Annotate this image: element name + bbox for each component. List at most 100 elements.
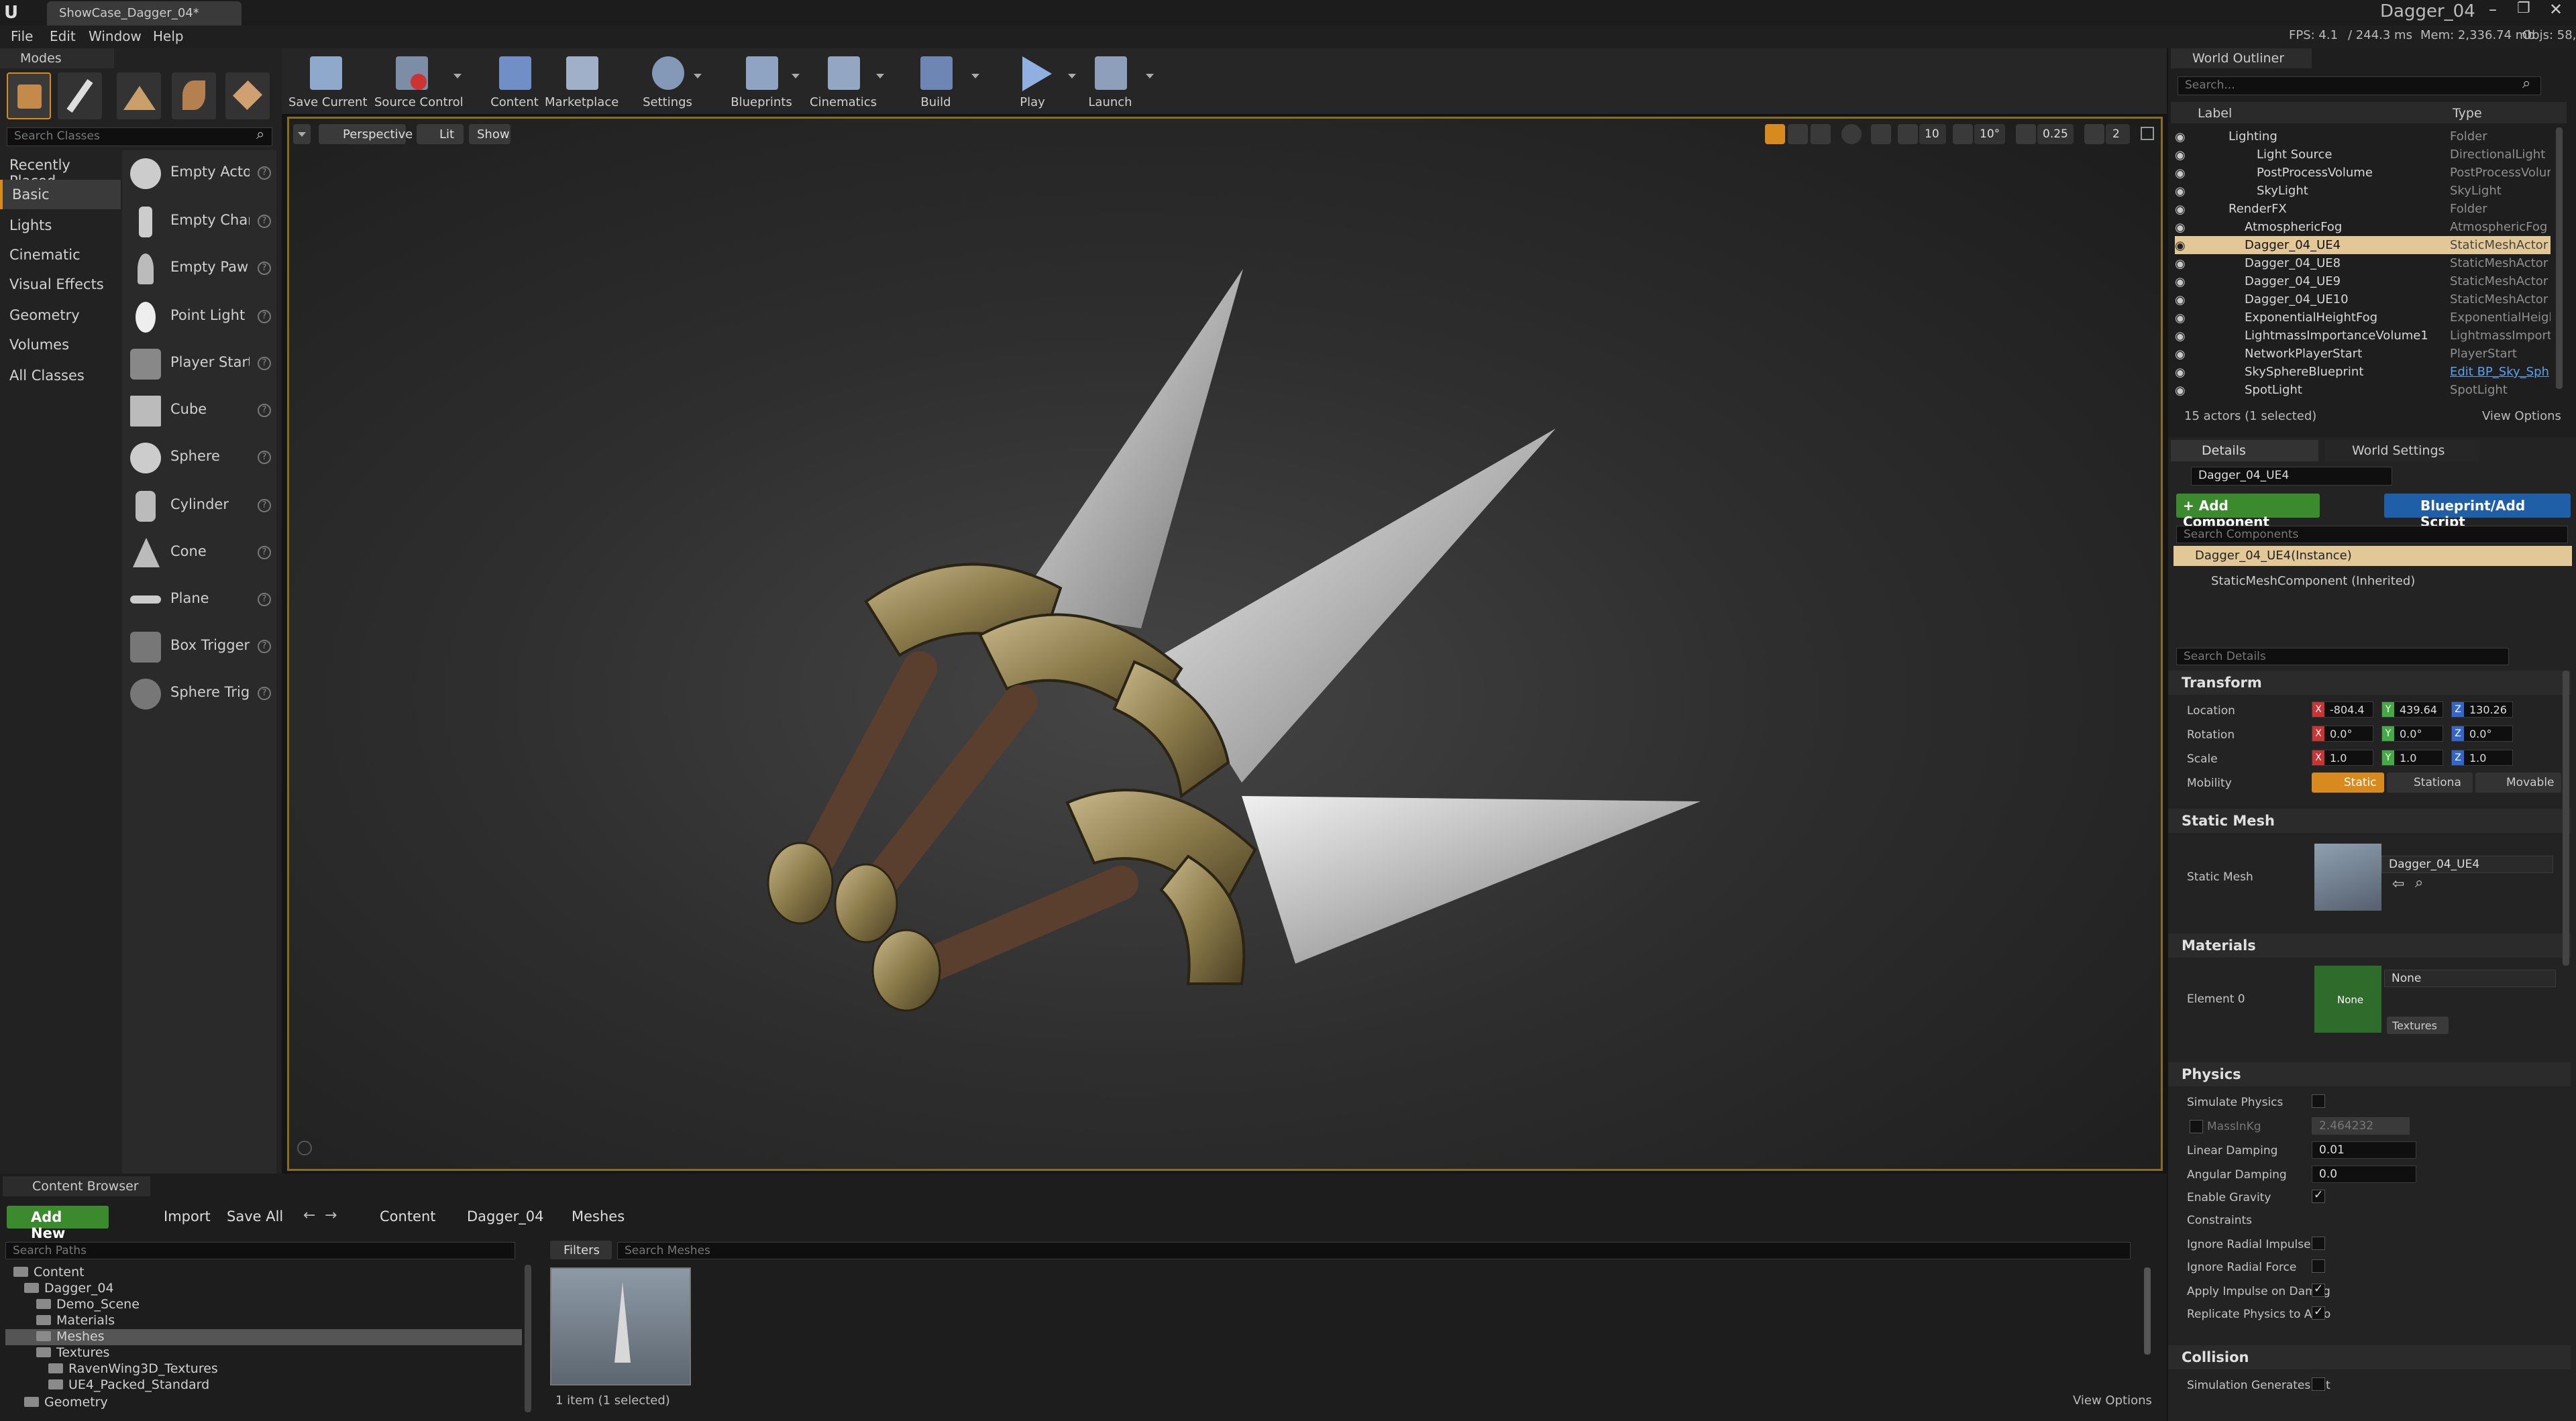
content-button[interactable]: Content	[478, 54, 551, 111]
source-control-dropdown-icon[interactable]	[453, 74, 462, 78]
outliner-row[interactable]: ◉ PostProcessVolume PostProcessVolum	[2175, 164, 2551, 182]
help-icon[interactable]: ?	[258, 310, 271, 323]
search-paths-input[interactable]: Search Paths	[5, 1242, 515, 1259]
column-label-header[interactable]: Label	[2198, 106, 2232, 121]
asset-tile-dagger[interactable]	[550, 1267, 691, 1385]
category-visual-effects[interactable]: Visual Effects	[0, 270, 121, 299]
marketplace-button[interactable]: Marketplace	[545, 54, 619, 111]
rotation-label[interactable]: Rotation	[2187, 728, 2235, 742]
eye-icon[interactable]: ◉	[2175, 148, 2187, 162]
browse-asset-search-icon[interactable]: ⌕	[2415, 874, 2423, 891]
cinematics-button[interactable]: Cinematics	[806, 54, 880, 111]
menu-file[interactable]: File	[11, 28, 33, 44]
blueprints-button[interactable]: Blueprints	[724, 54, 798, 111]
static-mesh-dropdown[interactable]: Dagger_04_UE4	[2381, 856, 2553, 873]
outliner-row-selected[interactable]: ◉ Dagger_04_UE4 StaticMeshActor	[2175, 236, 2551, 254]
tree-content[interactable]: Content	[13, 1265, 85, 1280]
help-icon[interactable]: ?	[258, 404, 271, 417]
eye-icon[interactable]: ◉	[2175, 130, 2187, 144]
help-icon[interactable]: ?	[258, 593, 271, 606]
eye-icon[interactable]: ◉	[2175, 239, 2187, 253]
eye-icon[interactable]: ◉	[2175, 384, 2187, 398]
details-scrollbar[interactable]	[2563, 671, 2569, 966]
mode-landscape-icon[interactable]	[117, 72, 161, 119]
close-icon[interactable]: ✕	[2549, 0, 2563, 19]
eye-icon[interactable]: ◉	[2175, 184, 2187, 198]
place-sphere[interactable]: Sphere?	[122, 435, 278, 481]
blueprint-script-button[interactable]: Blueprint/Add Script	[2384, 494, 2571, 530]
outliner-row[interactable]: ◉ RenderFX Folder	[2175, 200, 2551, 218]
eye-icon[interactable]: ◉	[2175, 166, 2187, 180]
tree-ravenwing-textures[interactable]: RavenWing3D_Textures	[48, 1361, 218, 1376]
back-arrow-icon[interactable]: ←	[303, 1207, 315, 1224]
eye-icon[interactable]: ◉	[2175, 329, 2187, 343]
tree-demo-scene[interactable]: Demo_Scene	[36, 1297, 140, 1312]
forward-arrow-icon[interactable]: →	[325, 1207, 337, 1224]
content-browser-tab[interactable]: Content Browser	[3, 1176, 150, 1196]
object-name-field[interactable]: Dagger_04_UE4	[2191, 467, 2392, 486]
location-label[interactable]: Location	[2187, 704, 2235, 718]
ignore-radial-force-checkbox[interactable]	[2312, 1259, 2325, 1273]
mobility-stationary-button[interactable]: Stationa	[2387, 773, 2473, 793]
eye-icon[interactable]: ◉	[2175, 275, 2187, 289]
level-tab[interactable]: ShowCase_Dagger_04*	[47, 1, 241, 25]
outliner-row[interactable]: ◉ SpotLight SpotLight	[2175, 381, 2551, 399]
menu-help[interactable]: Help	[153, 28, 184, 44]
breadcrumb-meshes[interactable]: Meshes	[572, 1208, 625, 1225]
replicate-physics-checkbox[interactable]	[2312, 1305, 2325, 1320]
category-volumes[interactable]: Volumes	[0, 330, 121, 359]
menu-window[interactable]: Window	[89, 28, 142, 44]
constraints-label[interactable]: Constraints	[2187, 1214, 2252, 1227]
linear-damping-field[interactable]: 0.01	[2312, 1141, 2416, 1159]
place-plane[interactable]: Plane?	[122, 577, 278, 624]
help-icon[interactable]: ?	[258, 546, 271, 559]
details-tab[interactable]: Details	[2171, 440, 2318, 461]
place-cube[interactable]: Cube?	[122, 388, 278, 435]
search-details-input[interactable]: Search Details	[2176, 648, 2509, 665]
search-components-input[interactable]: Search Components	[2176, 526, 2568, 543]
place-point-light[interactable]: Point Light?	[122, 294, 278, 341]
maximize-icon[interactable]: ❐	[2517, 0, 2530, 17]
scale-z-field[interactable]: Z 1.0	[2451, 750, 2513, 766]
mode-foliage-icon[interactable]	[172, 72, 216, 119]
breadcrumb-dagger[interactable]: Dagger_04	[467, 1208, 543, 1225]
mode-paint-icon[interactable]	[58, 72, 102, 119]
edit-blueprint-link[interactable]: Edit BP_Sky_Sph	[2450, 365, 2551, 379]
mode-place-icon[interactable]	[7, 72, 51, 119]
outliner-row[interactable]: ◉ Lighting Folder	[2175, 127, 2551, 146]
help-icon[interactable]: ?	[258, 451, 271, 464]
use-selected-arrow-icon[interactable]: ⇦	[2392, 876, 2404, 893]
eye-icon[interactable]: ◉	[2175, 257, 2187, 271]
column-type-header[interactable]: Type	[2453, 106, 2482, 121]
eye-icon[interactable]: ◉	[2175, 347, 2187, 361]
outliner-row[interactable]: ◉ Light Source DirectionalLight	[2175, 146, 2551, 164]
mass-override-checkbox[interactable]	[2190, 1120, 2203, 1133]
launch-dropdown-icon[interactable]	[1146, 74, 1154, 78]
outliner-row[interactable]: ◉ NetworkPlayerStart PlayerStart	[2175, 345, 2551, 363]
place-cone[interactable]: Cone?	[122, 530, 278, 577]
textures-dropdown[interactable]: Textures	[2387, 1017, 2449, 1034]
play-button[interactable]: Play	[996, 54, 1069, 111]
component-label[interactable]: StaticMeshComponent (Inherited)	[2211, 574, 2415, 588]
place-empty-actor[interactable]: Empty Actor?	[122, 150, 278, 197]
tree-geometry[interactable]: Geometry	[24, 1395, 108, 1410]
material-thumbnail[interactable]: None	[2314, 966, 2381, 1033]
help-icon[interactable]: ?	[258, 215, 271, 228]
settings-dropdown-icon[interactable]	[694, 74, 702, 78]
category-geometry[interactable]: Geometry	[0, 300, 121, 330]
place-sphere-trigger[interactable]: Sphere Trigge?	[122, 671, 278, 718]
help-icon[interactable]: ?	[258, 640, 271, 653]
launch-button[interactable]: Launch	[1073, 54, 1147, 111]
search-classes-input[interactable]: Search Classes	[7, 127, 272, 146]
category-cinematic[interactable]: Cinematic	[0, 240, 121, 270]
eye-icon[interactable]: ◉	[2175, 203, 2187, 217]
cinematics-dropdown-icon[interactable]	[876, 74, 884, 78]
outliner-row[interactable]: ◉ Dagger_04_UE10 StaticMeshActor	[2175, 290, 2551, 308]
static-mesh-thumbnail[interactable]	[2314, 844, 2381, 911]
category-basic[interactable]: Basic	[0, 180, 121, 209]
physics-section[interactable]: Physics	[2168, 1062, 2571, 1086]
tree-ue4-packed[interactable]: UE4_Packed_Standard	[48, 1377, 209, 1392]
location-x-field[interactable]: X -804.4	[2312, 701, 2373, 718]
minimize-icon[interactable]: –	[2489, 0, 2497, 19]
source-control-button[interactable]: Source Control	[374, 54, 464, 111]
